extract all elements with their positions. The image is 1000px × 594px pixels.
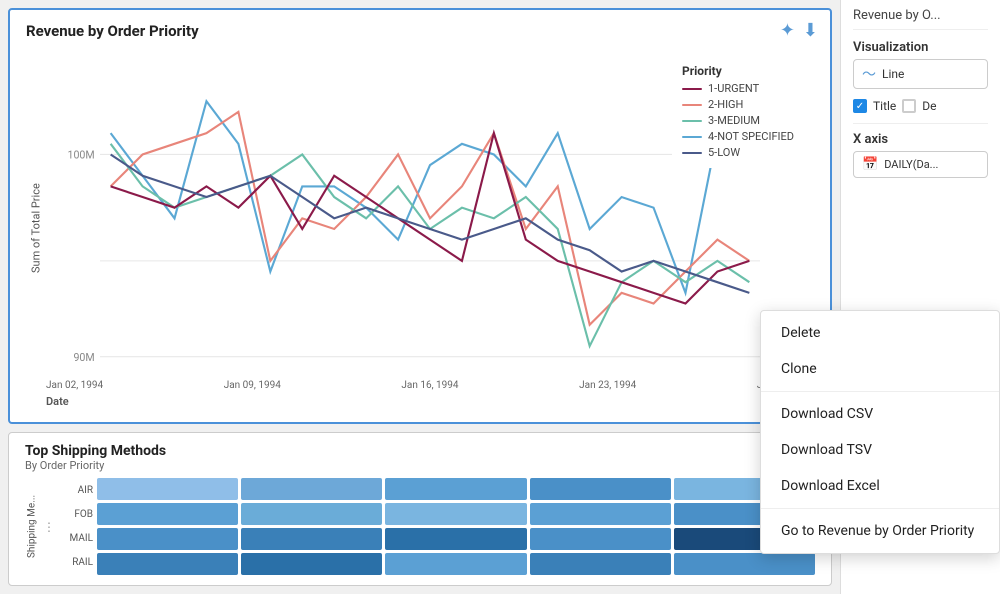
y-axis-label: Sum of Total Price xyxy=(26,48,46,408)
daily-label: DAILY(Da... xyxy=(884,158,938,171)
heatmap-cell xyxy=(241,553,382,575)
context-menu-divider-1 xyxy=(761,391,999,392)
heatmap-cell xyxy=(97,478,238,500)
desc-checkbox[interactable] xyxy=(902,99,916,113)
heatmap-row-fob xyxy=(97,503,815,525)
y-label-air: AIR xyxy=(63,485,93,496)
heatmap-cell xyxy=(385,553,526,575)
context-menu-download-tsv[interactable]: Download TSV xyxy=(761,432,999,468)
heatmap-cell xyxy=(97,503,238,525)
legend-item-urgent: 1-URGENT xyxy=(682,82,794,95)
heatmap-cell xyxy=(530,553,671,575)
legend-label-not-specified: 4-NOT SPECIFIED xyxy=(708,130,794,143)
x-tick-4: Jan 23, 1994 xyxy=(579,380,636,391)
heatmap-cell xyxy=(385,503,526,525)
calendar-icon: 📅 xyxy=(862,157,878,172)
heatmap-row-air xyxy=(97,478,815,500)
heatmap-cell xyxy=(385,528,526,550)
heatmap-cell xyxy=(97,528,238,550)
context-menu-download-csv[interactable]: Download CSV xyxy=(761,396,999,432)
heatmap-cell xyxy=(674,553,815,575)
shipping-title: Top Shipping Methods xyxy=(25,443,815,459)
context-menu: Delete Clone Download CSV Download TSV D… xyxy=(760,310,1000,554)
heatmap-cell xyxy=(241,478,382,500)
heatmap-y-labels: AIR FOB MAIL RAIL xyxy=(63,478,93,575)
chart-legend: Priority 1-URGENT 2-HIGH 3-MEDIUM 4-NOT … xyxy=(672,58,804,168)
legend-line-high xyxy=(682,104,702,106)
heatmap-cell xyxy=(97,553,238,575)
x-axis-label: Date xyxy=(46,395,814,408)
move-icon[interactable]: ✦ xyxy=(780,22,795,40)
legend-line-urgent xyxy=(682,88,702,90)
legend-label-medium: 3-MEDIUM xyxy=(708,114,760,127)
visualization-section: Visualization 〜 Line xyxy=(853,40,988,89)
viz-type-selector[interactable]: 〜 Line xyxy=(853,59,988,89)
legend-item-low: 5-LOW xyxy=(682,146,794,159)
heatmap-y-axis-label: Shipping Me... xyxy=(25,478,39,575)
y-label-fob: FOB xyxy=(63,509,93,520)
title-label: Title xyxy=(873,99,896,113)
download-icon[interactable]: ⬇ xyxy=(803,22,818,40)
legend-item-medium: 3-MEDIUM xyxy=(682,114,794,127)
title-checkbox[interactable]: ✓ xyxy=(853,99,867,113)
daily-selector[interactable]: 📅 DAILY(Da... xyxy=(853,151,988,178)
heatmap-cell xyxy=(241,503,382,525)
context-menu-download-excel[interactable]: Download Excel xyxy=(761,468,999,504)
x-tick-2: Jan 09, 1994 xyxy=(224,380,281,391)
context-menu-delete[interactable]: Delete xyxy=(761,315,999,351)
svg-text:90M: 90M xyxy=(73,351,94,364)
legend-item-not-specified: 4-NOT SPECIFIED xyxy=(682,130,794,143)
heatmap-row-mail xyxy=(97,528,815,550)
chart-body: Sum of Total Price 100M 90M xyxy=(26,48,814,408)
right-panel: Revenue by O... Visualization 〜 Line ✓ T… xyxy=(840,0,1000,594)
heatmap-row-rail xyxy=(97,553,815,575)
shipping-subtitle: By Order Priority xyxy=(25,459,815,472)
legend-label-urgent: 1-URGENT xyxy=(708,82,759,95)
heatmap-dots: ⋮ xyxy=(43,478,59,575)
x-axis-section-label: X axis xyxy=(853,132,988,147)
chart-actions: ✦ ⬇ xyxy=(780,22,818,40)
heatmap-grid xyxy=(97,478,815,575)
desc-label: De xyxy=(922,99,936,113)
context-menu-clone[interactable]: Clone xyxy=(761,351,999,387)
shipping-chart: Top Shipping Methods By Order Priority S… xyxy=(8,432,832,586)
chart-title: Revenue by Order Priority xyxy=(26,22,814,40)
legend-line-medium xyxy=(682,120,702,122)
heatmap-area: Shipping Me... ⋮ AIR FOB MAIL RAIL xyxy=(25,478,815,575)
x-tick-1: Jan 02, 1994 xyxy=(46,380,103,391)
visualization-label: Visualization xyxy=(853,40,988,55)
legend-line-low xyxy=(682,152,702,154)
x-tick-3: Jan 16, 1994 xyxy=(401,380,458,391)
context-menu-goto[interactable]: Go to Revenue by Order Priority xyxy=(761,513,999,549)
legend-label-low: 5-LOW xyxy=(708,146,740,159)
viz-type-label: Line xyxy=(882,67,904,81)
y-label-mail: MAIL xyxy=(63,533,93,544)
heatmap-cell xyxy=(530,503,671,525)
revenue-chart: Revenue by Order Priority ✦ ⬇ Sum of Tot… xyxy=(8,8,832,424)
x-axis-section: X axis 📅 DAILY(Da... xyxy=(853,123,988,178)
y-label-rail: RAIL xyxy=(63,557,93,568)
context-menu-divider-2 xyxy=(761,508,999,509)
legend-item-high: 2-HIGH xyxy=(682,98,794,111)
legend-label-high: 2-HIGH xyxy=(708,98,743,111)
right-panel-title: Revenue by O... xyxy=(853,8,988,30)
heatmap-cell xyxy=(385,478,526,500)
line-chart-icon: 〜 xyxy=(862,64,876,84)
heatmap-cell xyxy=(530,478,671,500)
heatmap-cell xyxy=(530,528,671,550)
svg-text:100M: 100M xyxy=(67,149,94,162)
title-checkbox-row: ✓ Title De xyxy=(853,99,988,113)
legend-title: Priority xyxy=(682,64,794,78)
x-axis-ticks: Jan 02, 1994 Jan 09, 1994 Jan 16, 1994 J… xyxy=(46,378,814,393)
legend-line-not-specified xyxy=(682,136,702,138)
heatmap-cell xyxy=(241,528,382,550)
